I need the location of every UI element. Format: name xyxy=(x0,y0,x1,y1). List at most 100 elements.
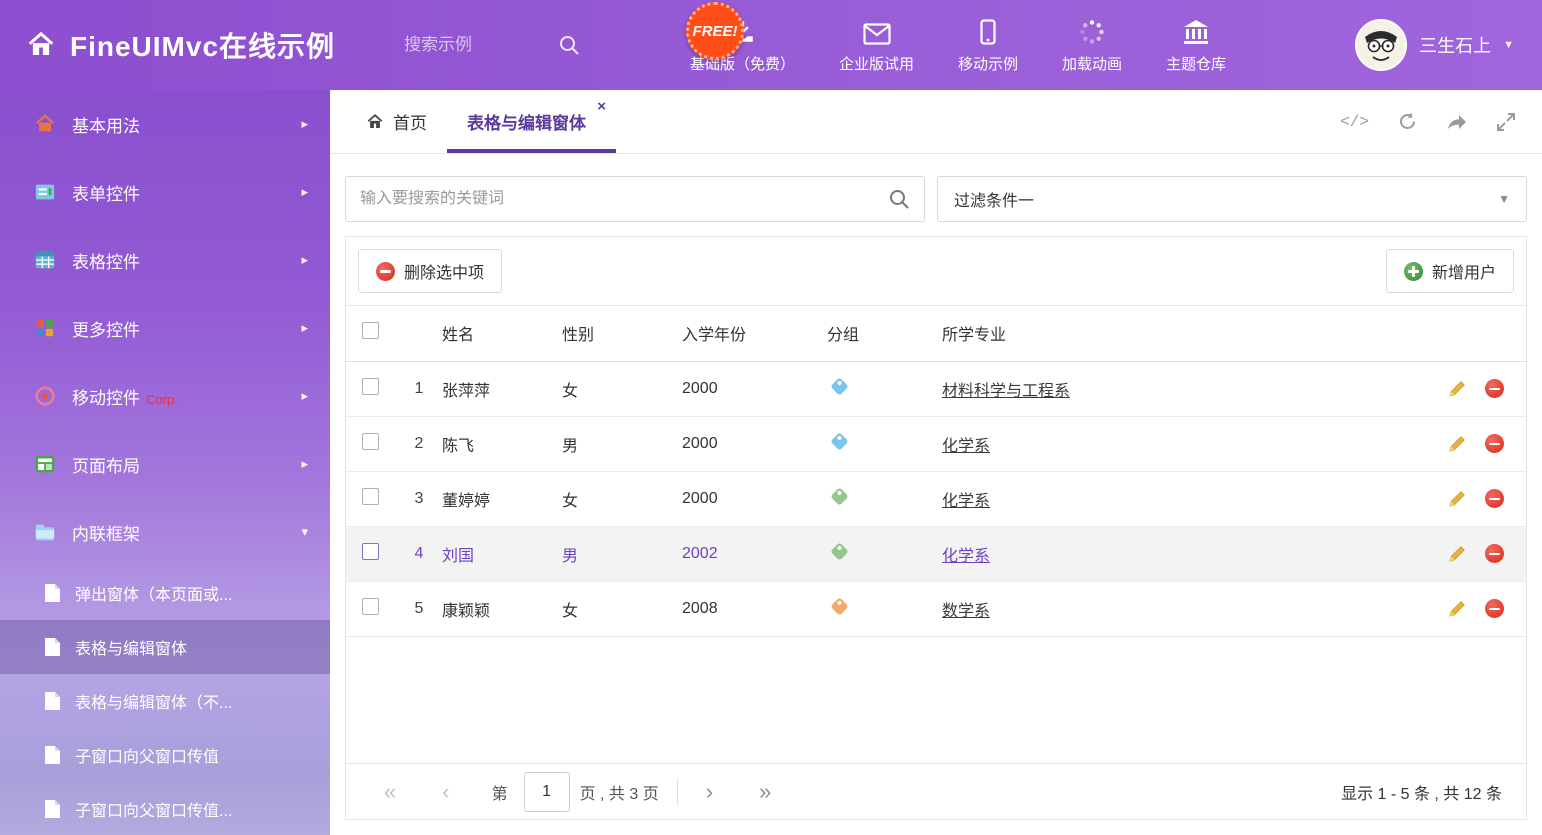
cell-name: 刘国 xyxy=(442,526,562,581)
edit-icon[interactable] xyxy=(1448,379,1467,398)
source-code-icon[interactable]: </> xyxy=(1340,113,1369,131)
edit-icon[interactable] xyxy=(1448,599,1467,618)
nav-loading-animation[interactable]: 加载动画 xyxy=(1062,17,1122,74)
data-table: 姓名 性别 入学年份 分组 所学专业 1 张萍萍 女 2000 xyxy=(346,306,1526,637)
major-link[interactable]: 化学系 xyxy=(942,493,990,510)
keyword-search-input[interactable] xyxy=(360,190,888,208)
tag-icon xyxy=(830,487,848,505)
minus-circle-icon xyxy=(376,262,395,281)
major-link[interactable]: 化学系 xyxy=(942,438,990,455)
major-link[interactable]: 化学系 xyxy=(942,548,990,565)
add-user-label: 新增用户 xyxy=(1432,259,1496,283)
sidebar-item-more-controls[interactable]: 更多控件 ▸ xyxy=(0,294,330,362)
row-checkbox[interactable] xyxy=(362,543,379,560)
chevron-down-icon: ▾ xyxy=(301,524,308,540)
cell-year: 2000 xyxy=(682,416,827,471)
cell-gender: 女 xyxy=(562,471,682,526)
filter-dropdown[interactable]: 过滤条件一 ▼ xyxy=(937,176,1527,222)
table-row[interactable]: 2 陈飞 男 2000 化学系 xyxy=(346,416,1526,471)
nav-label: 加载动画 xyxy=(1062,53,1122,74)
header-search-input[interactable] xyxy=(404,35,524,55)
sidebar-item-mobile-controls[interactable]: 移动控件 Corp. ▸ xyxy=(0,362,330,430)
first-page-icon[interactable]: « xyxy=(370,781,410,803)
nav-enterprise-trial[interactable]: 企业版试用 xyxy=(839,17,914,74)
row-checkbox[interactable] xyxy=(362,433,379,450)
tab-grid-edit-window[interactable]: 表格与编辑窗体 × xyxy=(447,90,616,153)
filter-dropdown-value: 过滤条件一 xyxy=(954,187,1034,211)
major-link[interactable]: 数学系 xyxy=(942,603,990,620)
file-icon xyxy=(44,745,61,765)
sidebar-subitem-grid-edit-window-2[interactable]: 表格与编辑窗体（不... xyxy=(0,674,330,728)
cell-gender: 女 xyxy=(562,361,682,416)
sidebar-subitem-label: 弹出窗体（本页面或... xyxy=(75,581,232,605)
file-icon xyxy=(44,691,61,711)
table-row[interactable]: 3 董婷婷 女 2000 化学系 xyxy=(346,471,1526,526)
mobile-controls-icon xyxy=(34,385,56,407)
sidebar-item-label: 页面布局 xyxy=(72,452,140,477)
sidebar-subitem-label: 表格与编辑窗体（不... xyxy=(75,689,232,713)
sidebar-item-form-controls[interactable]: 表单控件 ▸ xyxy=(0,158,330,226)
nav-theme-store[interactable]: 主题仓库 xyxy=(1166,17,1226,74)
search-icon[interactable] xyxy=(888,188,910,210)
open-new-window-icon[interactable] xyxy=(1446,112,1468,132)
row-number: 4 xyxy=(396,526,442,581)
row-checkbox[interactable] xyxy=(362,488,379,505)
search-icon[interactable] xyxy=(558,34,580,56)
close-icon[interactable]: × xyxy=(597,98,606,115)
edit-icon[interactable] xyxy=(1448,434,1467,453)
row-checkbox[interactable] xyxy=(362,598,379,615)
sidebar-item-inline-frame[interactable]: 内联框架 ▾ xyxy=(0,498,330,566)
chevron-right-icon: ▸ xyxy=(301,116,308,132)
add-user-button[interactable]: 新增用户 xyxy=(1386,249,1514,293)
delete-row-icon[interactable] xyxy=(1485,544,1504,563)
delete-row-icon[interactable] xyxy=(1485,434,1504,453)
prev-page-icon[interactable]: ‹ xyxy=(428,781,463,803)
app-title: FineUIMvc在线示例 xyxy=(70,25,335,65)
sidebar-subitem-grid-edit-window[interactable]: 表格与编辑窗体 xyxy=(0,620,330,674)
keyword-search-box[interactable] xyxy=(345,176,925,222)
column-header-gender[interactable]: 性别 xyxy=(562,306,682,361)
mobile-icon xyxy=(980,17,996,45)
column-header-major[interactable]: 所学专业 xyxy=(942,306,1414,361)
delete-row-icon[interactable] xyxy=(1485,599,1504,618)
pager-divider xyxy=(677,779,678,805)
refresh-icon[interactable] xyxy=(1397,111,1418,132)
sidebar-subitem-popup-window[interactable]: 弹出窗体（本页面或... xyxy=(0,566,330,620)
edit-icon[interactable] xyxy=(1448,489,1467,508)
user-menu[interactable]: 三生石上 ▼ xyxy=(1355,19,1542,71)
table-row-selected[interactable]: 4 刘国 男 2002 化学系 xyxy=(346,526,1526,581)
column-header-name[interactable]: 姓名 xyxy=(442,306,562,361)
major-link[interactable]: 材料科学与工程系 xyxy=(942,383,1070,400)
last-page-icon[interactable]: » xyxy=(745,781,785,803)
sidebar-item-grid-controls[interactable]: 表格控件 ▸ xyxy=(0,226,330,294)
column-header-year[interactable]: 入学年份 xyxy=(682,306,827,361)
header-search[interactable] xyxy=(404,34,634,56)
page-number-input[interactable] xyxy=(524,772,570,812)
chevron-down-icon: ▼ xyxy=(1498,192,1510,206)
column-header-group[interactable]: 分组 xyxy=(827,306,942,361)
chevron-right-icon: ▸ xyxy=(301,184,308,200)
delete-row-icon[interactable] xyxy=(1485,379,1504,398)
table-header-row: 姓名 性别 入学年份 分组 所学专业 xyxy=(346,306,1526,361)
sidebar-item-basic-usage[interactable]: 基本用法 ▸ xyxy=(0,90,330,158)
avatar[interactable] xyxy=(1355,19,1407,71)
next-page-icon[interactable]: › xyxy=(692,781,727,803)
delete-row-icon[interactable] xyxy=(1485,489,1504,508)
table-row[interactable]: 1 张萍萍 女 2000 材料科学与工程系 xyxy=(346,361,1526,416)
sidebar-subitem-child-to-parent[interactable]: 子窗口向父窗口传值 xyxy=(0,728,330,782)
tab-home[interactable]: 首页 xyxy=(346,90,447,153)
page-content: 过滤条件一 ▼ 删除选中项 新增用户 xyxy=(330,154,1542,835)
sidebar-subitem-label: 子窗口向父窗口传值... xyxy=(75,797,232,821)
table-row[interactable]: 5 康颖颖 女 2008 数学系 xyxy=(346,581,1526,636)
sidebar-item-page-layout[interactable]: 页面布局 ▸ xyxy=(0,430,330,498)
edit-icon[interactable] xyxy=(1448,544,1467,563)
sidebar-subitem-child-to-parent-2[interactable]: 子窗口向父窗口传值... xyxy=(0,782,330,835)
nav-mobile-demo[interactable]: 移动示例 xyxy=(958,17,1018,74)
brand[interactable]: FineUIMvc在线示例 xyxy=(0,25,404,65)
row-checkbox[interactable] xyxy=(362,378,379,395)
select-all-checkbox[interactable] xyxy=(362,322,379,339)
delete-selected-button[interactable]: 删除选中项 xyxy=(358,249,502,293)
fullscreen-icon[interactable] xyxy=(1496,112,1516,132)
spinner-icon xyxy=(1079,17,1105,45)
nav-label: 移动示例 xyxy=(958,53,1018,74)
